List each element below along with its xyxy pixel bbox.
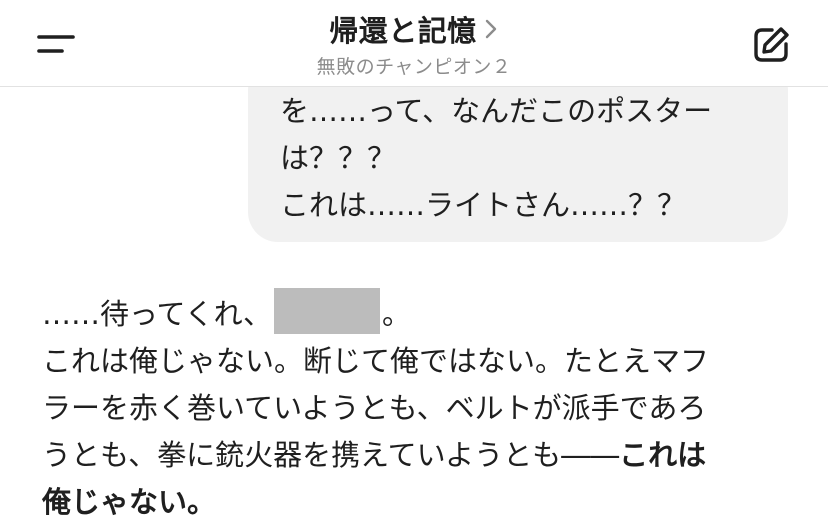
top-bar: 帰還と記憶 無敗のチャンピオン２	[0, 0, 828, 87]
conversation-header: 帰還と記憶 無敗のチャンピオン２	[0, 8, 828, 79]
user-message-line: これは……ライトさん……？？	[280, 188, 687, 222]
user-message-line: を……って、なんだこのポスター	[280, 94, 713, 128]
chat-screen: 帰還と記憶 無敗のチャンピオン２ を……って、なんだこのポスター は？？？ これ…	[0, 0, 828, 530]
conversation-title-button[interactable]: 帰還と記憶	[329, 8, 499, 50]
assistant-message-line: 俺じゃない。	[42, 485, 217, 519]
user-message-bubble: を……って、なんだこのポスター は？？？ これは……ライトさん……？？	[248, 60, 788, 242]
assistant-message-line: ……待ってくれ、 。	[42, 288, 792, 338]
reply-text: うとも、拳に銃火器を携えていようとも――	[42, 438, 620, 472]
assistant-message-line: これは俺じゃない。断じて俺ではない。たとえマフ	[42, 344, 710, 378]
reply-text: ……待ってくれ、	[42, 297, 272, 331]
user-message-line: は？？？	[280, 141, 397, 175]
conversation-title: 帰還と記憶	[329, 14, 477, 48]
reply-text: 。	[381, 297, 411, 331]
compose-icon	[754, 27, 789, 62]
assistant-message: ……待ってくれ、 。 これは俺じゃない。断じて俺ではない。たとえマフ ラーを赤く巻…	[42, 288, 792, 526]
new-chat-button[interactable]	[750, 24, 792, 66]
assistant-message-line: ラーを赤く巻いていようとも、ベルトが派手であろ	[42, 391, 707, 425]
redacted-name	[273, 288, 380, 334]
conversation-subtitle: 無敗のチャンピオン２	[316, 56, 512, 78]
assistant-message-line: うとも、拳に銃火器を携えていようとも――これは	[42, 432, 792, 479]
reply-bold-text: これは	[619, 438, 707, 472]
chevron-right-icon	[485, 19, 496, 39]
